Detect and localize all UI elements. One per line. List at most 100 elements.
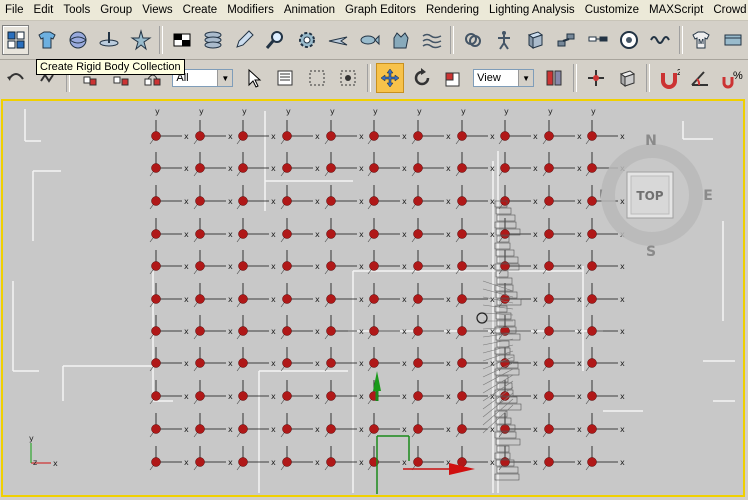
rigid-body-sphere[interactable] (238, 131, 248, 141)
star-button[interactable] (127, 25, 154, 55)
rigid-body-sphere[interactable] (413, 457, 423, 467)
magnifier-button[interactable] (262, 25, 289, 55)
keyboard-shortcut-override-button[interactable] (613, 63, 641, 93)
rigid-body-sphere[interactable] (282, 163, 292, 173)
rigid-body-sphere[interactable] (195, 196, 205, 206)
rigid-body-sphere[interactable] (326, 163, 336, 173)
rigid-body-sphere[interactable] (457, 163, 467, 173)
rigid-body-sphere[interactable] (282, 391, 292, 401)
reference-coordinate-dropdown[interactable]: View ▼ (473, 69, 535, 87)
rigid-body-sphere[interactable] (151, 229, 161, 239)
rigid-body-sphere[interactable] (544, 196, 554, 206)
menu-customize[interactable]: Customize (580, 0, 644, 20)
rigid-body-sphere[interactable] (282, 358, 292, 368)
rigid-body-sphere[interactable] (413, 326, 423, 336)
angle-snap-button[interactable] (687, 63, 715, 93)
rigid-body-sphere[interactable] (544, 424, 554, 434)
rigid-body-sphere[interactable] (238, 457, 248, 467)
rigid-body-sphere[interactable] (457, 457, 467, 467)
rigid-body-sphere[interactable] (500, 358, 510, 368)
rigid-body-sphere[interactable] (457, 424, 467, 434)
undo-button[interactable] (2, 63, 30, 93)
rigid-body-sphere[interactable] (457, 229, 467, 239)
select-and-move-button[interactable] (376, 63, 404, 93)
rigid-body-sphere[interactable] (195, 294, 205, 304)
rigid-body-sphere[interactable] (544, 358, 554, 368)
menu-tools[interactable]: Tools (58, 0, 95, 20)
rigid-body-sphere[interactable] (413, 294, 423, 304)
menu-group[interactable]: Group (95, 0, 137, 20)
rigid-body-sphere[interactable] (326, 424, 336, 434)
rigid-body-sphere[interactable] (195, 358, 205, 368)
gear2-button[interactable] (615, 25, 642, 55)
rigid-body-sphere[interactable] (238, 294, 248, 304)
rigid-body-sphere[interactable] (457, 391, 467, 401)
rigid-body-sphere[interactable] (326, 457, 336, 467)
rigid-body-sphere[interactable] (195, 391, 205, 401)
compass-west[interactable]: W (600, 188, 603, 204)
rigid-body-sphere[interactable] (413, 391, 423, 401)
rigid-body-sphere[interactable] (544, 131, 554, 141)
rigid-body-sphere[interactable] (282, 294, 292, 304)
rigid-body-sphere[interactable] (195, 424, 205, 434)
rigid-body-sphere[interactable] (238, 261, 248, 271)
rigid-body-sphere[interactable] (151, 326, 161, 336)
rigid-body-sphere[interactable] (457, 326, 467, 336)
rigid-body-sphere[interactable] (413, 261, 423, 271)
rigid-body-sphere[interactable] (282, 326, 292, 336)
waves-button[interactable] (418, 25, 445, 55)
rigid-body-sphere[interactable] (544, 163, 554, 173)
rigid-body-sphere[interactable] (282, 424, 292, 434)
use-pivot-center-button[interactable] (540, 63, 568, 93)
window-crossing-button[interactable] (334, 63, 362, 93)
rigid-body-sphere[interactable] (195, 457, 205, 467)
rigid-body-sphere[interactable] (587, 358, 597, 368)
rigid-body-sphere[interactable] (151, 358, 161, 368)
compass-north[interactable]: N (645, 133, 657, 149)
rigid-body-sphere[interactable] (151, 163, 161, 173)
rigid-body-sphere[interactable] (544, 294, 554, 304)
select-and-rotate-button[interactable] (408, 63, 436, 93)
rigid-body-sphere[interactable] (457, 261, 467, 271)
rigid-body-sphere[interactable] (457, 358, 467, 368)
menu-lighting-analysis[interactable]: Lighting Analysis (484, 0, 580, 20)
rigid-body-sphere[interactable] (457, 131, 467, 141)
rigid-body-sphere[interactable] (413, 196, 423, 206)
menu-create[interactable]: Create (178, 0, 223, 20)
select-and-manipulate-button[interactable] (582, 63, 610, 93)
rigid-body-sphere[interactable] (151, 424, 161, 434)
select-and-scale-button[interactable] (439, 63, 467, 93)
rigid-body-sphere[interactable] (544, 457, 554, 467)
rigid-body-sphere[interactable] (587, 196, 597, 206)
spring-button[interactable] (647, 25, 674, 55)
rigid-body-sphere[interactable] (282, 229, 292, 239)
menu-file[interactable]: File (0, 0, 29, 20)
rectangular-selection-button[interactable] (303, 63, 331, 93)
menu-graph-editors[interactable]: Graph Editors (340, 0, 421, 20)
rigid-body-sphere[interactable] (544, 229, 554, 239)
rigid-body-sphere[interactable] (151, 261, 161, 271)
rigid-body-sphere[interactable] (238, 326, 248, 336)
menu-modifiers[interactable]: Modifiers (222, 0, 279, 20)
rigid-body-sphere[interactable] (151, 131, 161, 141)
rigid-body-sphere[interactable] (587, 391, 597, 401)
rigid-body-collection-button[interactable] (2, 25, 30, 55)
rigid-body-sphere[interactable] (413, 229, 423, 239)
rigid-body-sphere[interactable] (587, 457, 597, 467)
rigid-body-sphere[interactable] (195, 131, 205, 141)
rigid-body-sphere[interactable] (238, 196, 248, 206)
rigid-body-sphere[interactable] (326, 131, 336, 141)
compass-east[interactable]: E (703, 188, 713, 204)
rigid-body-sphere[interactable] (587, 424, 597, 434)
stack-button[interactable] (199, 25, 226, 55)
fish-button[interactable] (356, 25, 383, 55)
rigid-body-sphere[interactable] (413, 424, 423, 434)
rigid-body-sphere[interactable] (326, 261, 336, 271)
rigid-body-sphere[interactable] (238, 229, 248, 239)
gear-button[interactable] (293, 25, 320, 55)
checker-button[interactable] (168, 25, 195, 55)
rigid-body-sphere[interactable] (457, 196, 467, 206)
sphere-button[interactable] (65, 25, 92, 55)
rigid-body-sphere[interactable] (195, 163, 205, 173)
rigid-body-sphere[interactable] (238, 424, 248, 434)
